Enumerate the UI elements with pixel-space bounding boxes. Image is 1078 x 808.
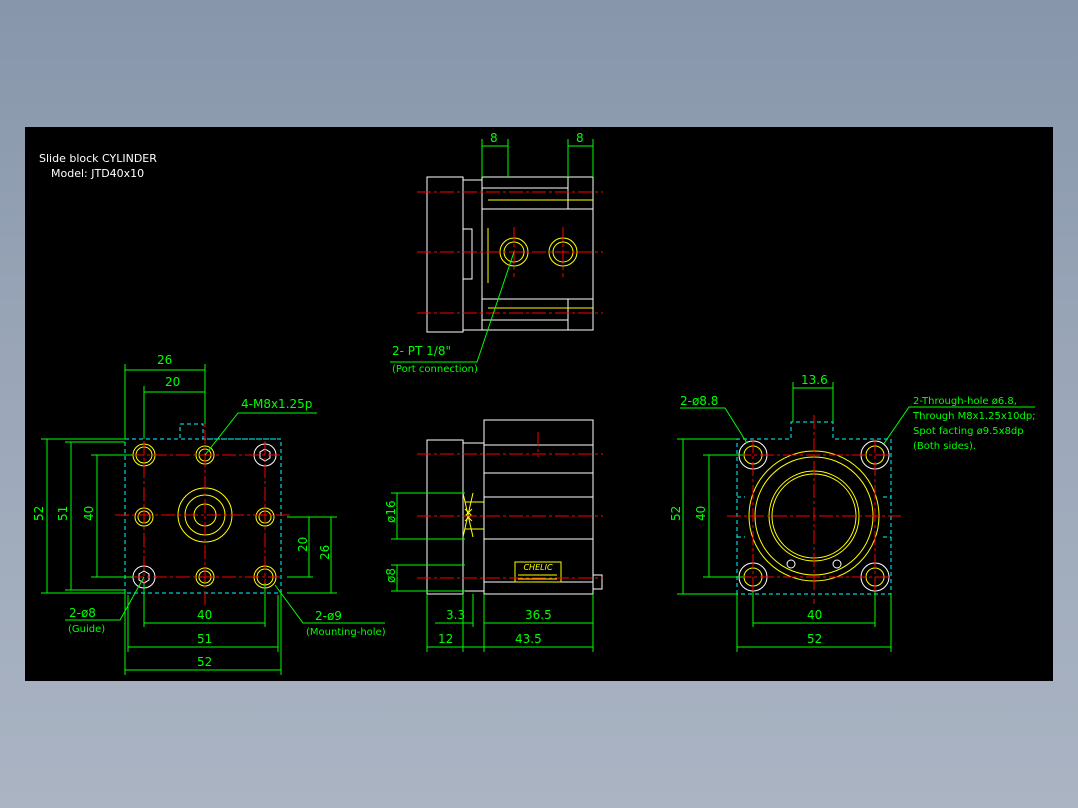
top-dim-8-right: 8 xyxy=(576,131,584,145)
top-view-end-cap xyxy=(426,176,464,333)
top-dim-8-left: 8 xyxy=(490,131,498,145)
side-view: CHELIC ø16 ø8 3.3 36.5 12 43.5 xyxy=(384,419,603,652)
side-dim-phi16: ø16 xyxy=(384,500,398,523)
side-view-end-cap xyxy=(426,439,464,595)
mount-note: (Mounting-hole) xyxy=(306,627,386,638)
through-note-4: (Both sides). xyxy=(913,441,976,452)
front-dim-20: 20 xyxy=(165,375,180,389)
rear-dim-52-h: 52 xyxy=(807,632,822,646)
front-view: 26 20 4-M8x1.25p 52 51 40 20 26 2-ø8 (Gu… xyxy=(32,353,386,675)
port-label: 2- PT 1/8" xyxy=(392,344,451,358)
front-dim-52-v: 52 xyxy=(32,506,46,521)
side-view-flange xyxy=(462,442,485,592)
rear-dim-40-v: 40 xyxy=(694,506,708,521)
brand-text: CHELIC xyxy=(523,563,552,572)
side-dim-phi8: ø8 xyxy=(384,568,398,583)
rear-dim-40-h: 40 xyxy=(807,608,822,622)
through-note-2: Through M8x1.25x10dp; xyxy=(912,411,1036,422)
front-dim-26: 26 xyxy=(157,353,172,367)
mount-label: 2-ø9 xyxy=(315,609,342,623)
side-dim-3-3: 3.3 xyxy=(446,608,465,622)
side-dim-43-5: 43.5 xyxy=(515,632,542,646)
guide-label: 2-ø8 xyxy=(69,606,96,620)
front-dim-26-v: 26 xyxy=(318,545,332,560)
front-dim-52-h: 52 xyxy=(197,655,212,669)
drawing-model: Model: JTD40x10 xyxy=(51,167,144,180)
top-view: 8 8 2- PT 1/8" (Port connection) xyxy=(390,131,603,375)
side-dim-12: 12 xyxy=(438,632,453,646)
front-dim-51-h: 51 xyxy=(197,632,212,646)
through-note-3: Spot facting ø9.5x8dp xyxy=(913,426,1024,437)
rear-view: 13.6 2-ø8.8 2-Through-hole ø6.8, Through… xyxy=(669,373,1036,652)
rear-hole-label: 2-ø8.8 xyxy=(680,394,718,408)
guide-note: (Guide) xyxy=(68,624,105,635)
side-dim-36-5: 36.5 xyxy=(525,608,552,622)
tap-label: 4-M8x1.25p xyxy=(241,397,312,411)
cad-drawing: Slide block CYLINDER Model: JTD40x10 8 8… xyxy=(32,131,1036,675)
front-dim-51-v: 51 xyxy=(56,506,70,521)
through-note-1: 2-Through-hole ø6.8, xyxy=(913,396,1017,407)
front-dim-40-v: 40 xyxy=(82,506,96,521)
port-note: (Port connection) xyxy=(392,364,478,375)
cad-drawing-canvas: Slide block CYLINDER Model: JTD40x10 8 8… xyxy=(25,127,1053,681)
rear-dim-13-6: 13.6 xyxy=(801,373,828,387)
drawing-title: Slide block CYLINDER xyxy=(39,152,157,165)
front-dim-40-h: 40 xyxy=(197,608,212,622)
rear-dim-52-v: 52 xyxy=(669,506,683,521)
front-dim-20-v: 20 xyxy=(296,537,310,552)
